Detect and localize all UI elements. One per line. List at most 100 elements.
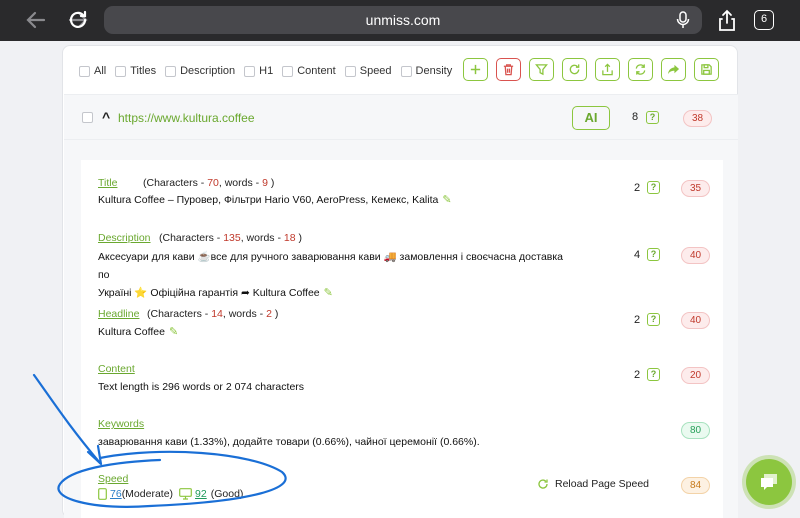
speed-scores: 76 (Moderate) 92 (Good) [98, 488, 243, 500]
comment-icon[interactable]: ? [647, 181, 660, 194]
delete-button[interactable] [496, 58, 521, 81]
meta-text: ) [271, 308, 279, 320]
url-text: unmiss.com [365, 12, 441, 28]
ai-button[interactable]: AI [572, 106, 610, 130]
headline-heading-link[interactable]: Headline [98, 308, 139, 320]
filter-bar: All Titles Description H1 Content Speed … [79, 62, 461, 80]
reload-icon[interactable] [66, 8, 90, 32]
comment-icon[interactable]: ? [647, 313, 660, 326]
filter-label: All [94, 65, 107, 77]
chat-icon [761, 474, 777, 490]
meta-text: ) [295, 232, 303, 244]
word-count: 18 [283, 232, 296, 244]
comment-icon[interactable]: ? [647, 248, 660, 261]
site-url-link[interactable]: https://www.kultura.coffee [118, 111, 255, 125]
pencil-icon[interactable]: ✎ [442, 191, 451, 209]
meta-text: ) [267, 177, 275, 189]
description-meta: (Characters - 135, words - 18 ) [159, 232, 302, 244]
checkbox[interactable] [344, 65, 356, 77]
headline-score-badge: 40 [681, 312, 710, 329]
site-checkbox[interactable] [82, 112, 93, 123]
plus-icon [470, 64, 481, 75]
refresh-button[interactable] [562, 58, 587, 81]
speed-score-badge: 84 [681, 477, 710, 494]
filter-all[interactable]: All [79, 65, 106, 77]
microphone-icon[interactable] [676, 11, 690, 29]
filter-description[interactable]: Description [165, 65, 235, 77]
mobile-score-link[interactable]: 76 [110, 488, 122, 500]
char-count: 135 [223, 232, 241, 244]
filter-content[interactable]: Content [282, 65, 336, 77]
checkbox[interactable] [79, 65, 90, 77]
checkbox[interactable] [115, 65, 127, 77]
meta-text: , words - [218, 177, 263, 189]
char-count: 14 [211, 308, 223, 320]
chat-button[interactable] [746, 459, 792, 505]
checkbox[interactable] [165, 65, 177, 77]
address-bar[interactable]: unmiss.com [104, 6, 702, 34]
content-heading-link[interactable]: Content [98, 363, 135, 375]
keywords-text: заварювання кави (1.33%), додайте товари… [98, 436, 480, 448]
reload-label: Reload Page Speed [555, 478, 649, 490]
keywords-heading-link[interactable]: Keywords [98, 418, 144, 430]
add-button[interactable] [463, 58, 488, 81]
chevron-up-icon[interactable]: ^ [102, 109, 110, 125]
char-count: 70 [207, 177, 219, 189]
desktop-label: (Good) [210, 488, 244, 500]
keywords-score-badge: 80 [681, 422, 710, 439]
site-row: ^ https://www.kultura.coffee AI 8 ? 38 [64, 94, 738, 140]
description-text-line2: Україні ⭐ Офіційна гарантія ➦ Kultura Co… [98, 287, 320, 299]
site-details: Title (Characters - 70, words - 9 ) Kult… [81, 160, 723, 518]
checkbox[interactable] [244, 65, 256, 77]
description-count: 4 [634, 249, 641, 261]
content-score-badge: 20 [681, 367, 710, 384]
description-score-badge: 40 [681, 247, 710, 264]
filter-density[interactable]: Density [400, 65, 452, 77]
meta-text: (Characters - [143, 177, 208, 189]
pencil-icon[interactable]: ✎ [324, 284, 333, 302]
comments-count: 8 [632, 111, 639, 123]
content-text: Text length is 296 words or 2 074 charac… [98, 381, 305, 393]
desktop-icon [179, 488, 192, 500]
reload-page-speed-button[interactable]: Reload Page Speed [537, 478, 649, 490]
score-badge: 38 [683, 110, 712, 127]
title-heading-link[interactable]: Title [98, 177, 117, 189]
meta-text: (Characters - [159, 232, 224, 244]
description-text-row: Аксесуари для кави ☕все для ручного зава… [98, 248, 568, 302]
pencil-icon[interactable]: ✎ [169, 323, 178, 341]
save-button[interactable] [694, 58, 719, 81]
filter-speed[interactable]: Speed [344, 65, 392, 77]
sync-icon [635, 64, 646, 75]
results-panel: All Titles Description H1 Content Speed … [62, 45, 738, 518]
share-icon[interactable] [716, 8, 738, 32]
filter-label: H1 [259, 65, 274, 77]
meta-text: (Characters - [147, 308, 212, 320]
comment-icon[interactable]: ? [646, 111, 659, 124]
checkbox[interactable] [400, 65, 412, 77]
filter-h1[interactable]: H1 [244, 65, 273, 77]
meta-text: , words - [240, 232, 284, 244]
tabs-button[interactable]: 6 [754, 10, 774, 30]
desktop-score-link[interactable]: 92 [195, 488, 207, 500]
upload-icon [602, 63, 613, 76]
comment-icon[interactable]: ? [647, 368, 660, 381]
upload-button[interactable] [595, 58, 620, 81]
filter-titles[interactable]: Titles [115, 65, 156, 77]
forward-button[interactable] [661, 58, 686, 81]
headline-text-row: Kultura Coffee ✎ [98, 323, 568, 341]
title-count: 2 [634, 182, 641, 194]
filter-button[interactable] [529, 58, 554, 81]
description-heading-link[interactable]: Description [98, 232, 151, 244]
filter-icon [535, 64, 548, 76]
checkbox[interactable] [282, 65, 294, 77]
refresh-icon [538, 479, 548, 489]
title-text: Kultura Coffee – Пуровер, Фільтри Hario … [98, 194, 439, 206]
headline-count: 2 [634, 314, 641, 326]
filter-label: Description [180, 65, 236, 77]
sync-button[interactable] [628, 58, 653, 81]
title-text-row: Kultura Coffee – Пуровер, Фільтри Hario … [98, 191, 568, 209]
arrow-left-icon[interactable] [24, 8, 48, 32]
forward-icon [667, 64, 680, 75]
title-meta: (Characters - 70, words - 9 ) [143, 177, 274, 189]
speed-heading-link[interactable]: Speed [98, 473, 128, 485]
